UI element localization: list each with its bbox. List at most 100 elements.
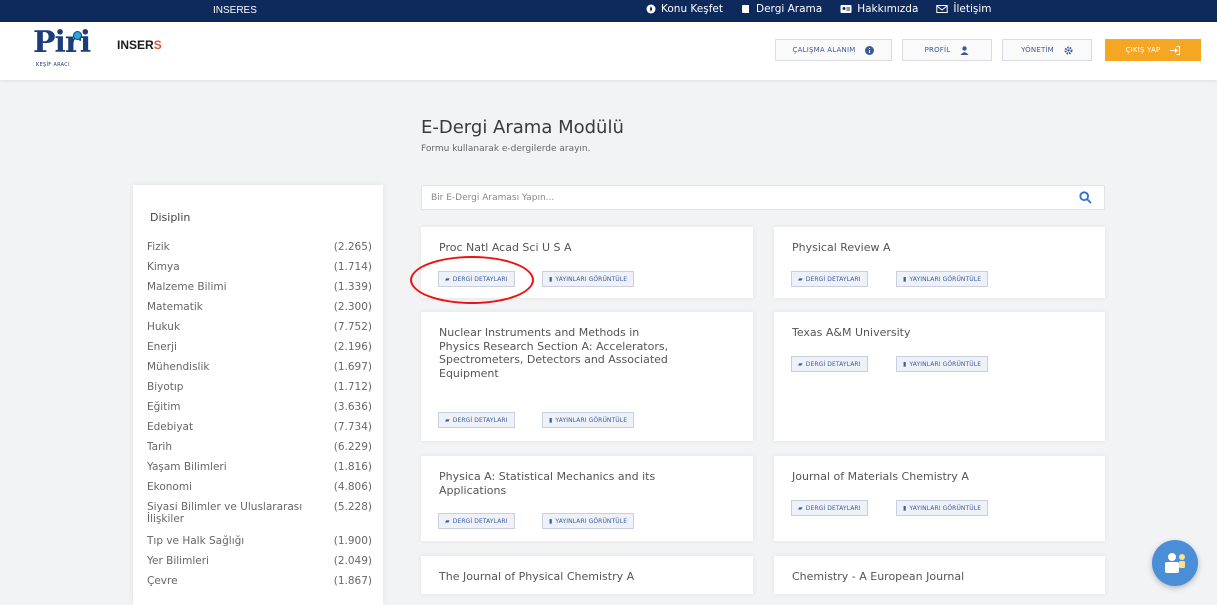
button-label: YAYINLARI GÖRÜNTÜLE: [555, 517, 628, 525]
header: Piri KEŞİF ARACI INSERS ÇALIŞMA ALANIM P…: [0, 22, 1217, 80]
discipline-count: (1.697): [333, 361, 372, 373]
logo-text: Piri: [33, 25, 91, 60]
view-publications-button[interactable]: ▮ YAYINLARI GÖRÜNTÜLE: [896, 500, 989, 516]
nav-item-iletisim[interactable]: İletişim: [936, 3, 992, 15]
book-icon: ▰: [798, 360, 803, 368]
view-publications-button[interactable]: ▮ YAYINLARI GÖRÜNTÜLE: [542, 513, 635, 529]
file-icon: ▮: [549, 517, 553, 525]
button-label: YAYINLARI GÖRÜNTÜLE: [555, 275, 628, 283]
logo-subtitle: KEŞİF ARACI: [36, 62, 70, 68]
journal-title[interactable]: Journal of Materials Chemistry A: [792, 470, 1032, 484]
journal-card: Chemistry - A European Journal: [774, 556, 1105, 594]
view-publications-button[interactable]: ▮ YAYINLARI GÖRÜNTÜLE: [542, 412, 635, 428]
file-icon: ▮: [549, 416, 553, 424]
journal-card: Physical Review A ▰ DERGİ DETAYLARI ▮ YAYI…: [774, 227, 1105, 298]
button-label: DERGİ DETAYLARI: [452, 416, 508, 424]
journal-card: Texas A&M University ▰ DERGİ DETAYLARI ▮ Y…: [774, 312, 1105, 441]
discipline-count: (5.228): [333, 501, 372, 513]
book-icon: ▰: [445, 416, 450, 424]
nav-label: Konu Keşfet: [661, 3, 724, 15]
journal-details-button[interactable]: ▰ DERGİ DETAYLARI: [438, 412, 515, 428]
admin-button[interactable]: YÖNETİM: [1002, 39, 1092, 61]
discipline-name: Ekonomi: [147, 481, 192, 493]
book-icon: [742, 5, 750, 13]
chat-assistant-button[interactable]: [1152, 540, 1198, 586]
discipline-name: Eğitim: [147, 401, 181, 413]
page-title: E-Dergi Arama Modülü: [421, 117, 624, 138]
journal-title[interactable]: The Journal of Physical Chemistry A: [439, 570, 679, 584]
discipline-name: Tarih: [147, 441, 172, 453]
file-icon: ▮: [903, 275, 907, 283]
discipline-count: (1.339): [333, 281, 372, 293]
discipline-count: (7.752): [333, 321, 372, 333]
discipline-count: (7.734): [333, 421, 372, 433]
file-icon: ▮: [549, 275, 553, 283]
workspace-button[interactable]: ÇALIŞMA ALANIM: [775, 39, 892, 61]
compass-icon: [646, 4, 656, 14]
journal-details-button[interactable]: ▰ DERGİ DETAYLARI: [791, 500, 868, 516]
discipline-count: (1.867): [333, 575, 372, 587]
discipline-name: Biyotıp: [147, 381, 184, 393]
nav-item-konu-kesfet[interactable]: Konu Keşfet: [646, 3, 723, 15]
nav-item-hakkimizda[interactable]: Hakkımızda: [840, 3, 918, 15]
journal-title[interactable]: Physical Review A: [792, 241, 1032, 255]
journal-details-button[interactable]: ▰ DERGİ DETAYLARI: [438, 513, 515, 529]
view-publications-button[interactable]: ▮ YAYINLARI GÖRÜNTÜLE: [542, 271, 635, 287]
view-publications-button[interactable]: ▮ YAYINLARI GÖRÜNTÜLE: [896, 356, 989, 372]
journal-card: Physica A: Statistical Mechanics and its…: [421, 456, 753, 541]
discipline-count: (3.636): [333, 401, 372, 413]
top-brand: INSERES: [213, 5, 257, 16]
discipline-name: Kimya: [147, 261, 180, 273]
logout-label: ÇIKIŞ YAP: [1125, 46, 1161, 54]
journal-title[interactable]: Proc Natl Acad Sci U S A: [439, 241, 679, 255]
inser-text: INSER: [117, 38, 154, 52]
top-bar: INSERES Konu Keşfet Dergi Arama Hakkımız…: [0, 0, 1217, 22]
search-icon[interactable]: [1079, 191, 1092, 204]
discipline-name: Enerji: [147, 341, 177, 353]
nav-item-dergi-arama[interactable]: Dergi Arama: [741, 3, 822, 15]
file-icon: ▮: [903, 360, 907, 368]
discipline-name: Matematik: [147, 301, 203, 313]
button-label: DERGİ DETAYLARI: [805, 360, 861, 368]
button-label: DERGİ DETAYLARI: [452, 517, 508, 525]
button-label: DERGİ DETAYLARI: [805, 504, 861, 512]
nav-label: İletişim: [953, 3, 992, 15]
profile-button[interactable]: PROFİL: [902, 39, 992, 61]
discipline-name: Mühendislik: [147, 361, 210, 373]
search-input[interactable]: [429, 191, 1049, 205]
nav-label: Hakkımızda: [857, 3, 919, 15]
button-label: YAYINLARI GÖRÜNTÜLE: [909, 275, 982, 283]
journal-card: Journal of Materials Chemistry A ▰ DERGİ …: [774, 456, 1105, 541]
user-icon: [960, 45, 969, 55]
nav-label: Dergi Arama: [756, 3, 823, 15]
discipline-count: (6.229): [333, 441, 372, 453]
journal-details-button[interactable]: ▰ DERGİ DETAYLARI: [791, 271, 868, 287]
journal-title[interactable]: Physica A: Statistical Mechanics and its…: [439, 470, 679, 497]
journal-card: The Journal of Physical Chemistry A: [421, 556, 753, 594]
book-icon: ▰: [445, 517, 450, 525]
discipline-name: Hukuk: [147, 321, 181, 333]
inser-logo: INSERS: [117, 38, 162, 52]
discipline-count: (2.196): [333, 341, 372, 353]
logout-button[interactable]: ÇIKIŞ YAP: [1105, 39, 1201, 61]
book-icon: ▰: [798, 504, 803, 512]
workspace-label: ÇALIŞMA ALANIM: [792, 46, 856, 54]
piri-logo[interactable]: Piri KEŞİF ARACI: [33, 25, 91, 77]
view-publications-button[interactable]: ▮ YAYINLARI GÖRÜNTÜLE: [896, 271, 989, 287]
sign-in-icon: [1170, 45, 1181, 55]
file-icon: ▮: [903, 504, 907, 512]
journal-title[interactable]: Nuclear Instruments and Methods in Physi…: [439, 326, 679, 380]
discipline-name: Çevre: [147, 575, 178, 587]
button-label: YAYINLARI GÖRÜNTÜLE: [555, 416, 628, 424]
journal-title[interactable]: Texas A&M University: [792, 326, 1032, 340]
journal-title[interactable]: Chemistry - A European Journal: [792, 570, 1032, 584]
page-subtitle: Formu kullanarak e-dergilerde arayın.: [421, 144, 591, 154]
discipline-name: Tıp ve Halk Sağlığı: [147, 535, 245, 547]
discipline-count: (1.816): [333, 461, 372, 473]
journal-details-button[interactable]: ▰ DERGİ DETAYLARI: [791, 356, 868, 372]
discipline-count: (4.806): [333, 481, 372, 493]
button-label: YAYINLARI GÖRÜNTÜLE: [909, 360, 982, 368]
assistant-icon: [1165, 553, 1185, 573]
info-icon: [865, 45, 875, 55]
gear-icon: [1064, 46, 1073, 54]
